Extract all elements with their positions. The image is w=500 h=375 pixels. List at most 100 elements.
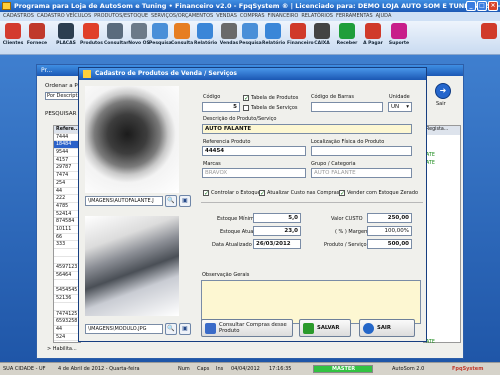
location-field[interactable] [311,146,412,156]
toolbar-button[interactable]: Consulta [171,23,193,46]
table-row[interactable]: 222 [54,195,80,203]
image-icon[interactable]: ▣ [179,195,191,207]
margin-field[interactable]: 100,00% [367,226,412,236]
toolbar-button[interactable]: Relatório [194,23,217,46]
table-cell[interactable] [424,254,460,263]
toolbar-button[interactable]: Financeiro [287,23,314,46]
table-cell[interactable] [424,245,460,254]
table-row[interactable]: 18484 [54,141,80,150]
menu-item[interactable]: COMPRAS [240,13,265,19]
table-row[interactable]: 7444 [54,134,80,142]
menu-item[interactable]: SERVIÇOS/ORÇAMENTOS [151,13,213,19]
table-row[interactable] [54,249,80,257]
table-cell[interactable] [424,220,460,229]
table-cell[interactable] [424,271,460,280]
table-row[interactable]: 333 [54,241,80,249]
menu-item[interactable]: FERRAMENTAS [336,13,373,19]
update-cost-checkbox[interactable]: ✓ Atualizar Custo nas Compras [259,190,339,197]
table-cell[interactable] [424,228,460,237]
table-row[interactable]: 29787 [54,164,80,173]
menu-item[interactable]: AJUDA [376,13,392,19]
table-row[interactable]: 44 [54,188,80,196]
cost-value-field[interactable]: 250,00 [367,213,412,223]
table-cell[interactable] [424,135,460,144]
menu-item[interactable]: RELATÓRIOS [301,13,333,19]
consult-purchases-button[interactable]: Consultar Compras desse Produto [201,319,293,337]
product-price-field[interactable]: 500,00 [367,239,412,249]
table-cell[interactable] [424,194,460,203]
table-row[interactable]: 4597123 [54,264,80,273]
table-cell[interactable] [424,211,460,220]
enable-link[interactable]: > Habilita... [47,346,77,352]
toolbar-button[interactable]: A Pagar [362,23,384,46]
table-cell[interactable] [424,143,460,152]
exit-button[interactable]: SAIR [359,319,415,337]
table-row[interactable] [54,303,80,311]
table-cell[interactable] [424,203,460,212]
table-row[interactable]: 4157 [54,157,80,165]
menu-item[interactable]: PRODUTOS/ESTOQUE [94,13,148,19]
sell-zero-stock-checkbox[interactable]: ✓ Vender com Estoque Zerado [339,190,418,197]
toolbar-button[interactable]: Fornece [26,23,48,46]
toolbar-button[interactable]: Novo OS [128,23,150,46]
search-icon[interactable]: 🔍 [165,195,177,207]
table-cell[interactable]: ATE [424,160,460,169]
table-row[interactable]: 9544 [54,149,80,157]
maximize-button[interactable]: □ [477,1,487,11]
toolbar-button[interactable]: PLACAS [55,23,77,46]
reference-field[interactable]: 44454 [202,146,306,156]
table-row[interactable]: 524 [54,334,80,342]
toolbar-button[interactable] [478,23,500,41]
toolbar-button[interactable]: Pesquisa [239,23,262,46]
table-row[interactable]: 66 [54,234,80,242]
toolbar-button[interactable]: Consultar [104,23,128,46]
table-row[interactable] [54,280,80,288]
table-cell[interactable] [424,186,460,195]
brand-select[interactable]: BRAVOX [202,168,306,178]
table-cell[interactable] [424,262,460,271]
search-icon[interactable]: 🔍 [165,323,177,335]
table-row[interactable]: 4785 [54,203,80,211]
product-grid-right-column[interactable]: Regista... ATE ATE ATE [423,125,461,345]
code-field[interactable]: 5 [202,102,240,112]
table-row[interactable]: 10111 [54,226,80,234]
table-cell[interactable] [424,279,460,288]
notes-field[interactable] [201,280,421,324]
table-cell[interactable] [424,169,460,178]
menu-item[interactable]: CADASTRO VEÍCULOS [37,13,91,19]
table-cell[interactable] [424,313,460,322]
products-table-radio[interactable]: ✓ Tabela de Produtos [243,95,298,102]
control-stock-checkbox[interactable]: ✓ Controlar o Estoque [203,190,261,197]
table-row[interactable]: 874584 [54,218,80,226]
table-row[interactable]: 7474 [54,172,80,180]
table-row[interactable]: 56464 [54,272,80,280]
table-row[interactable]: 52136 [54,295,80,303]
min-stock-field[interactable]: 5,0 [253,213,301,223]
description-field[interactable]: AUTO FALANTE [202,124,412,134]
current-stock-field[interactable]: 23,0 [253,226,301,236]
close-button[interactable]: × [488,1,498,11]
table-row[interactable] [54,257,80,265]
updated-date-field[interactable]: 26/03/2012 [253,239,301,249]
group-select[interactable]: AUTO FALANTE [311,168,412,178]
table-row[interactable]: 7474125 [54,311,80,319]
barcode-field[interactable] [311,102,383,112]
toolbar-button[interactable]: Receber [336,23,358,46]
toolbar-button[interactable]: Clientes [2,23,24,46]
table-cell[interactable]: ATE [424,152,460,161]
table-row[interactable]: 52414 [54,211,80,219]
table-row[interactable]: 5454545 [54,287,80,296]
services-table-radio[interactable]: Tabela de Serviços [243,105,298,111]
save-button[interactable]: SALVAR [299,319,351,337]
table-cell[interactable] [424,322,460,331]
table-row[interactable]: 254 [54,180,80,188]
table-row[interactable]: 6593258 [54,318,80,326]
menu-item[interactable]: FINANCEIRO [268,13,299,19]
menu-item[interactable]: CADASTROS [3,13,34,19]
table-row[interactable]: 44 [54,326,80,334]
image-icon[interactable]: ▣ [179,323,191,335]
arrow-icon[interactable]: ➜ [435,83,451,99]
image1-path-field[interactable]: \IMAGENS\AUTOFALANTE.J [85,196,163,206]
table-cell[interactable] [424,177,460,186]
toolbar-button[interactable]: Pesquisa [149,23,172,46]
